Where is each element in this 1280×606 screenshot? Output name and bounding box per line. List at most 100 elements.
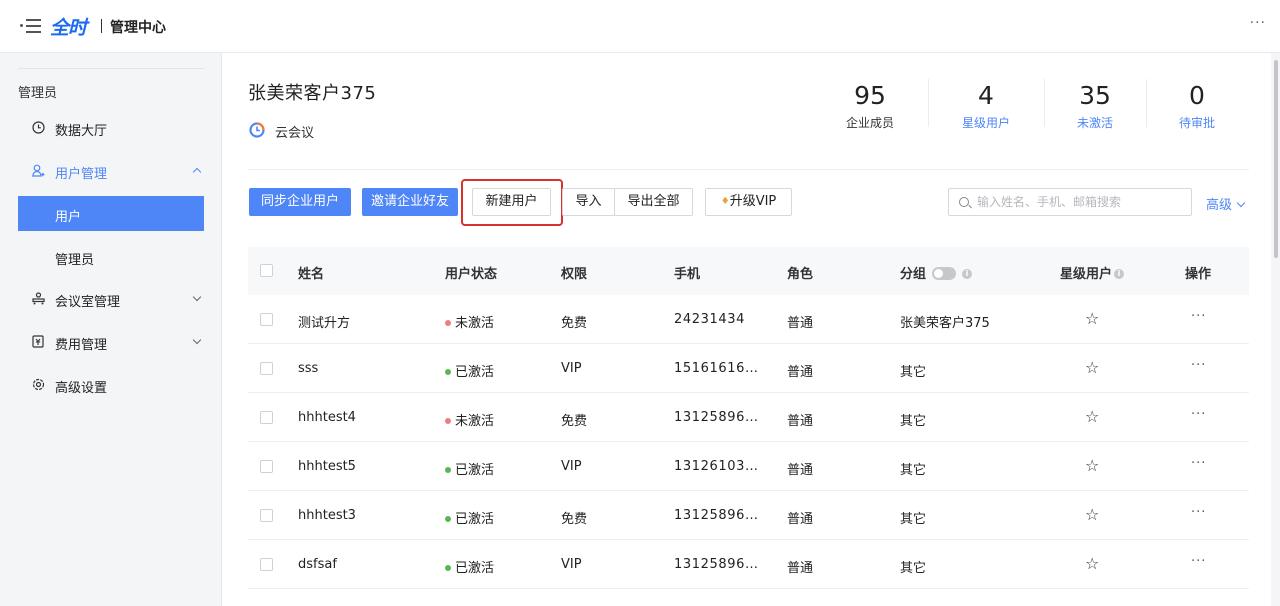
cell-role: 普通 [787, 561, 814, 576]
cell-name: sss [298, 361, 319, 376]
sidebar-item-dashboard[interactable]: 数据大厅 [18, 111, 204, 145]
status-dot-icon [445, 467, 451, 473]
sidebar-item-advanced-settings[interactable]: 高级设置 [18, 368, 204, 402]
import-button[interactable]: 导入 [562, 188, 615, 216]
cell-name: hhhtest3 [298, 508, 356, 523]
stat-link[interactable]: 星级用户 [931, 114, 1041, 131]
star-icon[interactable]: ☆ [1085, 358, 1099, 377]
scrollbar-thumb[interactable] [1274, 60, 1278, 258]
stat-pending[interactable]: 0 待审批 [1142, 81, 1252, 131]
table-header: 姓名 用户状态 权限 手机 角色 分组 i 星级用户 i 操作 [248, 247, 1249, 295]
table-row[interactable]: hhhtest4 未激活 免费 13125896… 普通 其它 ☆ ··· [248, 393, 1249, 442]
sidebar-item-meeting-rooms[interactable]: 会议室管理 [18, 282, 204, 316]
cell-name: hhhtest5 [298, 459, 356, 474]
table-row[interactable]: hhhtest5 已激活 VIP 13126103… 普通 其它 ☆ ··· [248, 442, 1249, 491]
cell-group: 张美荣客户375 [900, 316, 990, 331]
export-all-button[interactable]: 导出全部 [614, 188, 693, 216]
table-row[interactable]: 测试升方 未激活 免费 24231434 普通 张美荣客户375 ☆ ··· [248, 295, 1249, 344]
cell-group: 其它 [900, 463, 927, 478]
star-header-label: 星级用户 [1060, 267, 1113, 282]
stat-star-users[interactable]: 4 星级用户 [931, 81, 1041, 131]
cell-group: 其它 [900, 365, 927, 380]
column-header-status: 用户状态 [445, 267, 498, 282]
row-more-icon[interactable]: ··· [1191, 407, 1206, 422]
cell-phone: 24231434 [674, 312, 745, 327]
row-checkbox[interactable] [260, 411, 273, 424]
info-icon[interactable]: i [1114, 268, 1125, 279]
status-label: 已激活 [455, 463, 495, 478]
cell-status: 已激活 [445, 508, 494, 527]
stat-value: 4 [978, 81, 994, 110]
table-row[interactable]: hhhtest3 已激活 免费 13125896… 普通 其它 ☆ ··· [248, 491, 1249, 540]
sync-users-button[interactable]: 同步企业用户 [249, 188, 351, 216]
column-header-group: 分组 i [900, 263, 973, 282]
cell-permission: VIP [561, 361, 582, 376]
sidebar-subitem-users[interactable]: 用户 [18, 196, 204, 231]
sidebar-item-label: 会议室管理 [55, 295, 121, 310]
users-icon [32, 164, 45, 177]
cell-role: 普通 [787, 365, 814, 380]
table-row[interactable]: dsfsaf 已激活 VIP 13125896… 普通 其它 ☆ ··· [248, 540, 1249, 589]
meeting-room-icon [32, 292, 45, 305]
cell-permission: VIP [561, 557, 582, 572]
cell-group: 其它 [900, 561, 927, 576]
cell-status: 未激活 [445, 410, 494, 429]
search-input[interactable] [977, 193, 1182, 211]
logo-divider [101, 19, 102, 33]
row-checkbox[interactable] [260, 460, 273, 473]
star-icon[interactable]: ☆ [1085, 407, 1099, 426]
sidebar-item-billing[interactable]: 费用管理 [18, 325, 204, 359]
star-icon[interactable]: ☆ [1085, 505, 1099, 524]
group-toggle[interactable] [932, 267, 957, 280]
stat-divider [928, 79, 929, 127]
cell-permission: 免费 [561, 414, 588, 429]
row-checkbox[interactable] [260, 509, 273, 522]
cell-status: 已激活 [445, 361, 494, 380]
star-icon[interactable]: ☆ [1085, 309, 1099, 328]
row-more-icon[interactable]: ··· [1191, 358, 1206, 373]
stat-link[interactable]: 待审批 [1142, 114, 1252, 131]
more-icon[interactable]: ··· [1250, 15, 1266, 31]
row-checkbox[interactable] [260, 313, 273, 326]
table-row[interactable]: sss 已激活 VIP 15161616… 普通 其它 ☆ ··· [248, 344, 1249, 393]
row-more-icon[interactable]: ··· [1191, 554, 1206, 569]
clock-icon [32, 121, 45, 134]
row-more-icon[interactable]: ··· [1191, 456, 1206, 471]
menu-toggle-icon[interactable] [20, 18, 42, 34]
column-header-role: 角色 [787, 267, 814, 282]
sidebar-subitem-admins[interactable]: 管理员 [18, 239, 204, 274]
new-user-button[interactable]: 新建用户 [472, 188, 551, 216]
row-checkbox[interactable] [260, 558, 273, 571]
chevron-down-icon [192, 292, 202, 302]
upgrade-vip-button[interactable]: ♦升级VIP [705, 188, 792, 216]
status-label: 已激活 [455, 365, 495, 380]
row-more-icon[interactable]: ··· [1191, 505, 1206, 520]
group-header-label: 分组 [900, 267, 927, 282]
cell-name: 测试升方 [298, 316, 351, 331]
row-checkbox[interactable] [260, 362, 273, 375]
status-label: 已激活 [455, 512, 495, 527]
stat-inactive[interactable]: 35 未激活 [1040, 81, 1150, 131]
sidebar-item-user-management[interactable]: 用户管理 [18, 154, 204, 188]
status-label: 未激活 [455, 316, 495, 331]
search-box[interactable] [948, 188, 1192, 216]
status-dot-icon [445, 516, 451, 522]
app-title: 管理中心 [110, 20, 166, 36]
info-icon[interactable]: i [962, 268, 973, 279]
status-dot-icon [445, 369, 451, 375]
stat-link[interactable]: 未激活 [1040, 114, 1150, 131]
cell-phone: 13125896… [674, 410, 759, 425]
chevron-down-icon [1236, 198, 1246, 208]
star-icon[interactable]: ☆ [1085, 554, 1099, 573]
column-header-star-user: 星级用户 i [1060, 263, 1125, 282]
advanced-filter-button[interactable]: 高级 [1206, 194, 1246, 213]
header-divider [248, 169, 1249, 170]
cloud-meeting-icon [249, 122, 265, 138]
select-all-checkbox[interactable] [260, 264, 273, 277]
cell-phone: 13125896… [674, 508, 759, 523]
star-icon[interactable]: ☆ [1085, 456, 1099, 475]
stat-label: 企业成员 [845, 116, 894, 130]
invite-friends-button[interactable]: 邀请企业好友 [362, 188, 458, 216]
cell-name: hhhtest4 [298, 410, 356, 425]
row-more-icon[interactable]: ··· [1191, 309, 1206, 324]
